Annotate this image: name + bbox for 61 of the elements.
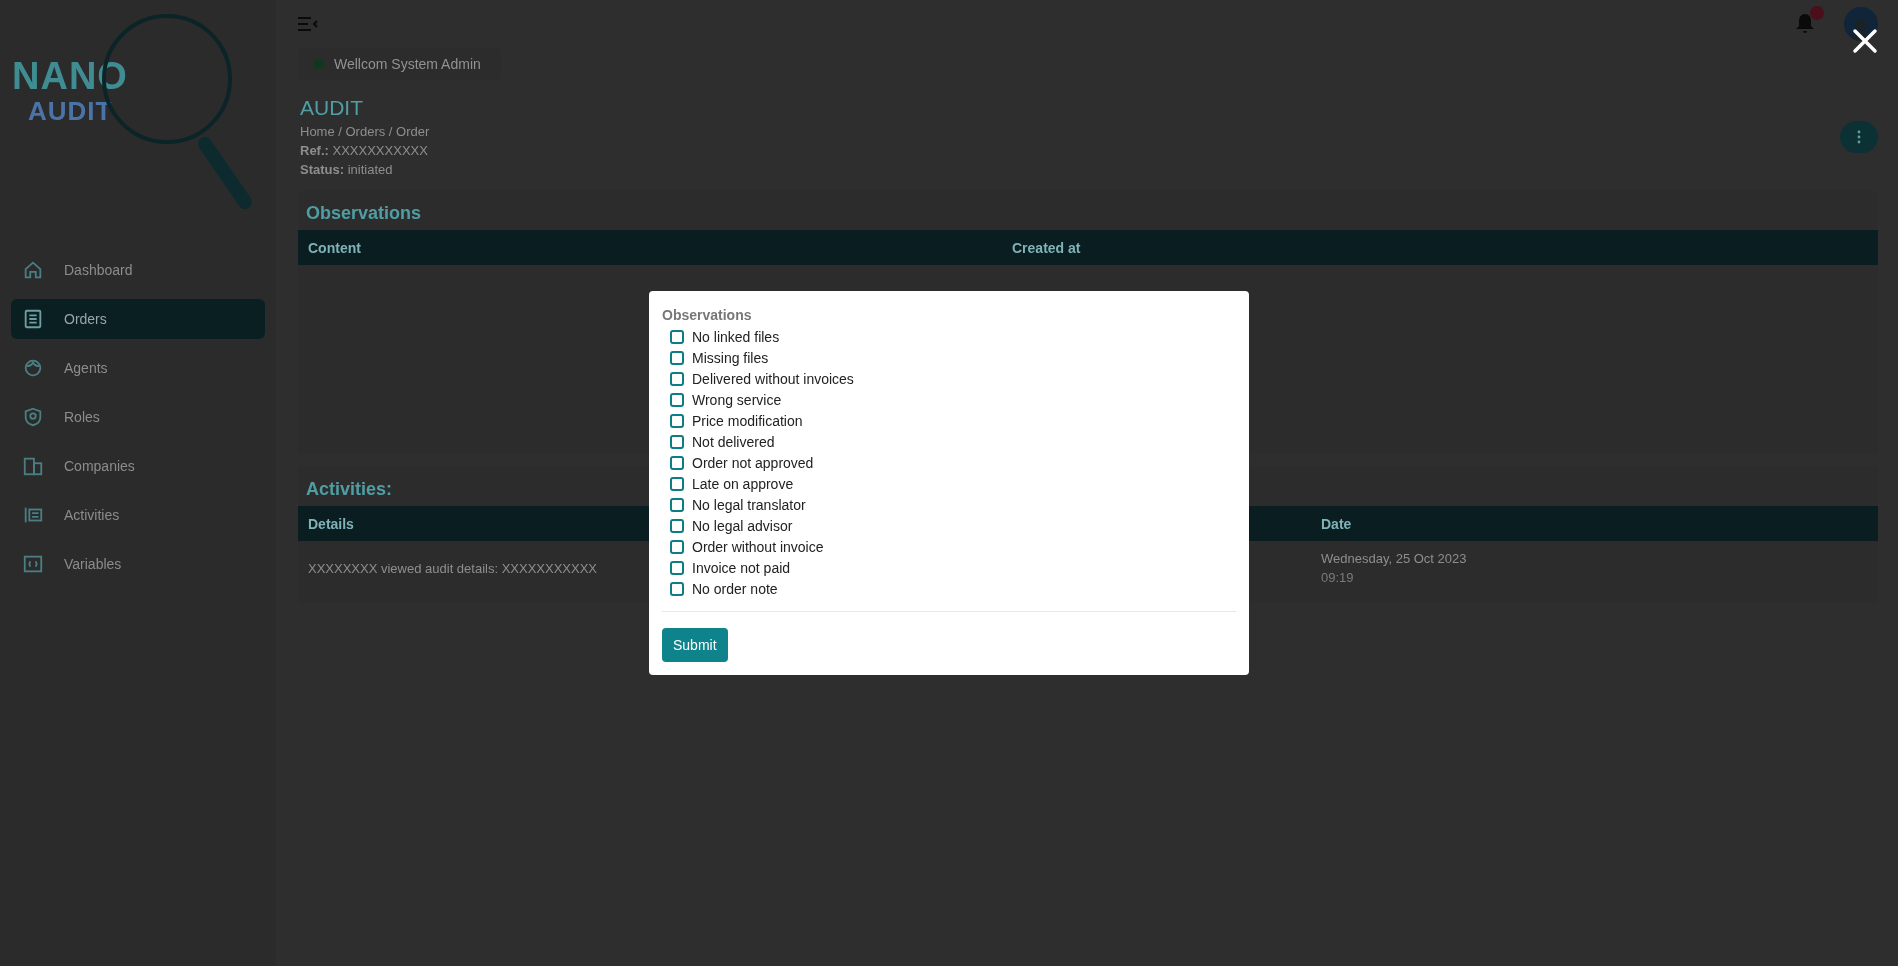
variable-icon [22, 553, 44, 575]
logo-text: AUDIT [28, 96, 113, 127]
field-label: Observations [662, 307, 752, 323]
close-icon[interactable] [1852, 28, 1878, 54]
card-title: Observations [306, 202, 422, 225]
checkbox-label: No linked files [692, 328, 780, 345]
face-icon [22, 357, 44, 379]
checkbox[interactable] [670, 329, 684, 344]
time-text: 09:19 [1321, 570, 1354, 585]
checkbox-label: Order without invoice [692, 538, 824, 555]
avatar[interactable] [1844, 7, 1878, 41]
checkbox[interactable] [670, 371, 684, 386]
checkbox-label: No legal translator [692, 496, 806, 513]
sidebar-item[interactable]: Dashboard [11, 250, 265, 290]
checkbox[interactable] [670, 497, 684, 512]
checkbox-label: No legal advisor [692, 517, 793, 534]
checkbox[interactable] [670, 455, 684, 470]
checkbox[interactable] [670, 560, 684, 575]
checkbox[interactable] [670, 518, 684, 533]
checkbox-label: Order not approved [692, 454, 814, 471]
sidebar-item[interactable]: Variables [11, 544, 265, 584]
column-header: Details [308, 515, 354, 532]
checkbox-label: Missing files [692, 349, 769, 366]
checkbox-label: Price modification [692, 412, 803, 429]
submit-button[interactable]: Submit [662, 628, 728, 662]
checkbox[interactable] [670, 476, 684, 491]
sidebar-item[interactable]: Companies [11, 446, 265, 486]
checkbox[interactable] [670, 434, 684, 449]
home-icon [22, 259, 44, 281]
kebab-icon [1857, 129, 1861, 144]
checkbox[interactable] [670, 413, 684, 428]
status-text: Status: initiated [300, 162, 393, 177]
sidebar-item[interactable]: Orders [11, 299, 265, 339]
logo-text: NANO [12, 55, 128, 98]
breadcrumb: Home / Orders / Order [300, 124, 430, 139]
checkbox-label: Wrong service [692, 391, 782, 408]
online-status-dot [314, 59, 324, 69]
sidebar-item[interactable]: Activities [11, 495, 265, 535]
checkbox-label: Invoice not paid [692, 559, 791, 576]
checkbox-label: Delivered without invoices [692, 370, 854, 387]
column-header: Created at [1012, 239, 1081, 256]
checkbox-label: Not delivered [692, 433, 775, 450]
sidebar-item[interactable]: Roles [11, 397, 265, 437]
ref-text: Ref.: XXXXXXXXXXX [300, 143, 428, 158]
column-header: Date [1321, 515, 1352, 532]
checkbox[interactable] [670, 581, 684, 596]
date-text: Wednesday, 25 Oct 2023 [1321, 551, 1467, 566]
welcome-text: Wellcom System Admin [334, 56, 481, 72]
column-header: Content [308, 239, 361, 256]
sidebar-item[interactable]: Agents [11, 348, 265, 388]
table-cell: XXXXXXXX viewed audit details: XXXXXXXXXXX [308, 560, 598, 576]
list-icon [22, 308, 44, 330]
checkbox-label: Late on approve [692, 475, 794, 492]
buildings-icon [22, 455, 44, 477]
checkbox[interactable] [670, 392, 684, 407]
shield-user-icon [22, 406, 44, 428]
checkbox-label: No order note [692, 580, 778, 597]
page-title: AUDIT [300, 96, 363, 120]
checkbox[interactable] [670, 350, 684, 365]
checkbox[interactable] [670, 539, 684, 554]
card-title: Activities: [306, 478, 393, 501]
